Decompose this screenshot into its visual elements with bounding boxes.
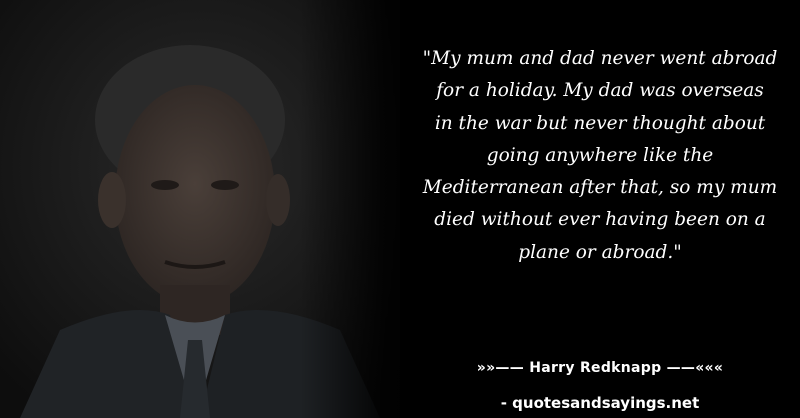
- quote-text: "My mum and dad never went abroad for a …: [400, 43, 800, 269]
- quote-line: plane or abroad.": [518, 241, 682, 263]
- quote-line: died without ever having been on a: [434, 209, 766, 231]
- quote-line: for a holiday. My dad was overseas: [436, 80, 764, 102]
- site-credit: - quotesandsayings.net: [500, 394, 700, 412]
- quote-line: Mediterranean after that, so my mum: [422, 177, 778, 199]
- quote-line: in the war but never thought about: [434, 112, 766, 134]
- quote-author: »»—— Harry Redknapp ——«««: [476, 360, 724, 376]
- quote-line: "My mum and dad never went abroad: [422, 48, 778, 69]
- quote-line: going anywhere like the: [486, 144, 714, 166]
